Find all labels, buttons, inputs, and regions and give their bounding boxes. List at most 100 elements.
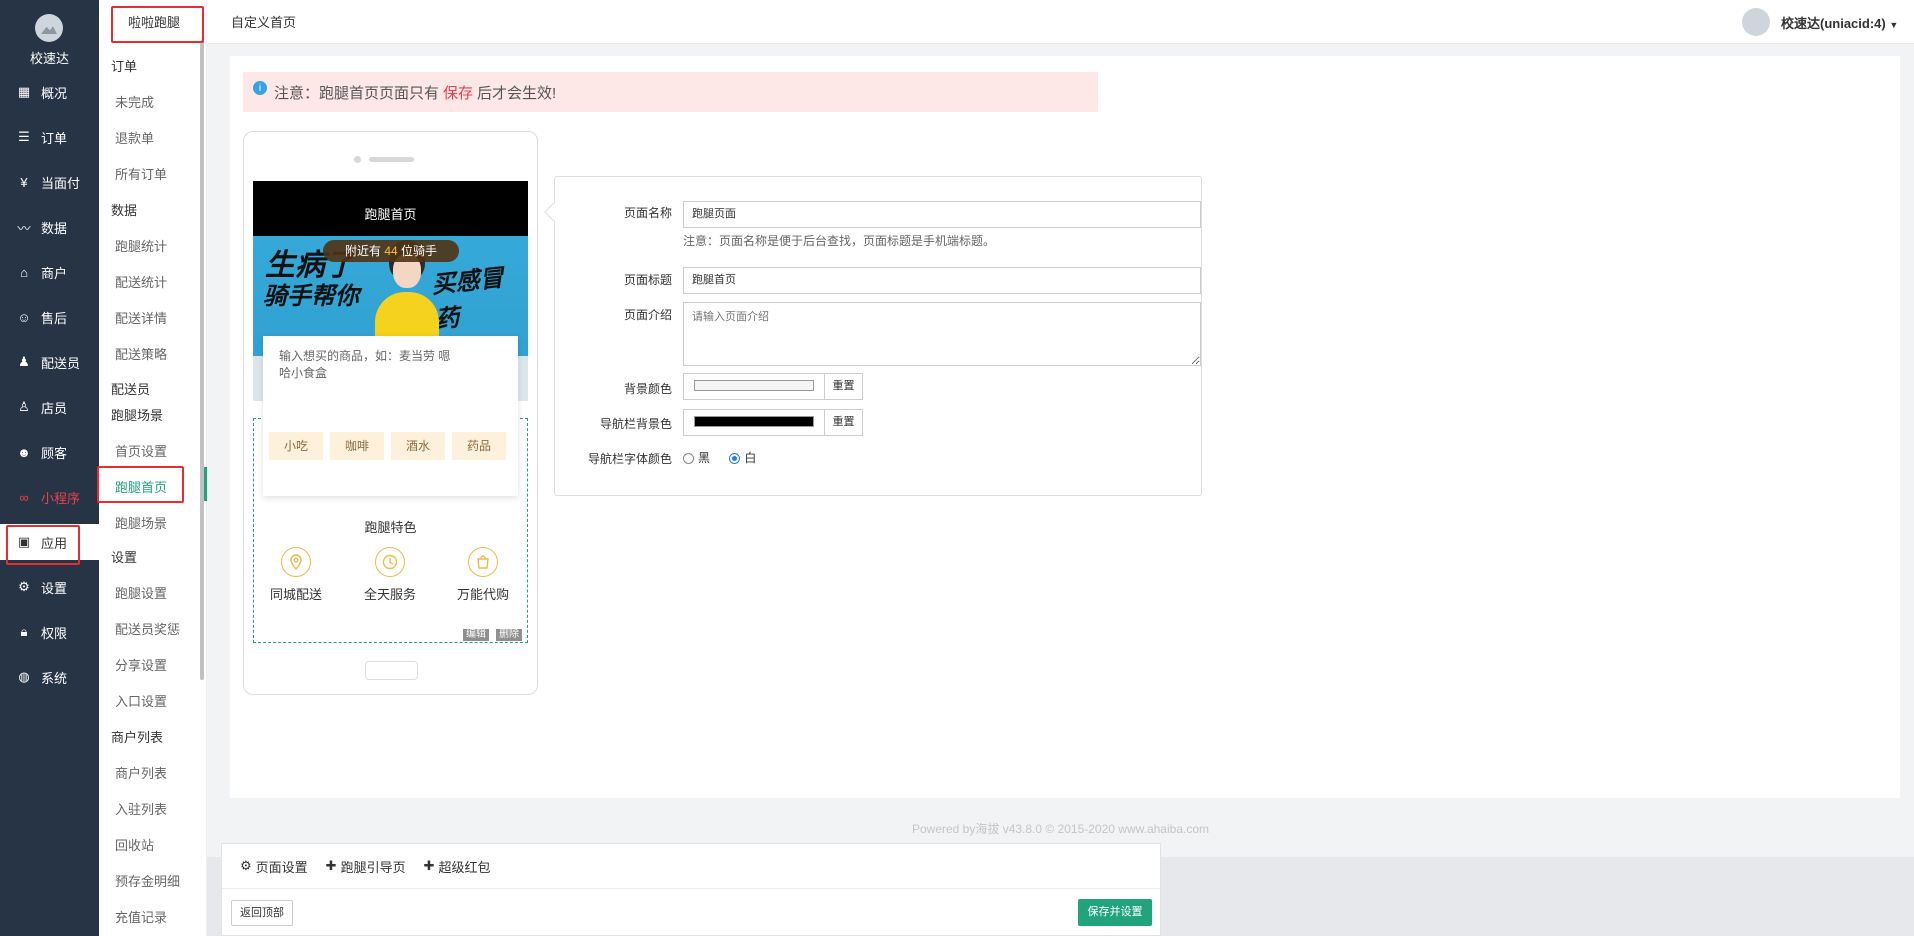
page-name-input[interactable]: 跑腿页面 bbox=[683, 201, 1201, 228]
nav-item-label: 权限 bbox=[41, 625, 68, 641]
banner-text-3: 买感冒药 bbox=[430, 262, 505, 334]
nav-item-label: 顾客 bbox=[41, 445, 68, 461]
nav-item[interactable]: ⚙ 设置 bbox=[0, 569, 99, 605]
subnav-item[interactable]: 分享设置 bbox=[115, 655, 167, 674]
subnav-item[interactable]: 配送详情 bbox=[115, 308, 167, 327]
nav-item[interactable]: ♟ 配送员 bbox=[0, 344, 99, 380]
order-icon: ☰ bbox=[18, 129, 30, 144]
subnav-item[interactable]: 退款单 bbox=[115, 128, 154, 147]
highlight-box-apps bbox=[6, 525, 80, 565]
search-input[interactable]: 输入想买的商品，如：麦当劳 嗯哈小食盒 bbox=[279, 348, 454, 382]
page-intro-label: 页面介绍 bbox=[623, 308, 672, 322]
subnav-item[interactable]: 配送统计 bbox=[115, 272, 167, 291]
feature-item[interactable]: 同城配送 bbox=[256, 547, 336, 603]
nav-item[interactable]: ☰ 订单 bbox=[0, 119, 99, 155]
nav-item-label: 店员 bbox=[41, 400, 68, 416]
user-avatar[interactable] bbox=[1742, 8, 1770, 36]
nav-item[interactable]: ∞ 小程序 bbox=[0, 479, 99, 515]
clock-icon bbox=[375, 547, 405, 577]
nav-item[interactable]: ¥ 当面付 bbox=[0, 164, 99, 200]
subnav-item[interactable]: 配送策略 bbox=[115, 344, 167, 363]
feature-item[interactable]: 全天服务 bbox=[350, 547, 430, 603]
subnav-group-head[interactable]: 设置 bbox=[111, 547, 137, 566]
overview-icon: ▦ bbox=[17, 84, 31, 99]
miniprogram-icon: ∞ bbox=[19, 489, 29, 505]
subnav-item[interactable]: 商户列表 bbox=[115, 763, 167, 782]
radio-button[interactable] bbox=[683, 453, 694, 465]
page-name-label: 页面名称 bbox=[623, 206, 672, 220]
phone-screen: 跑腿首页 生病了 骑手帮你 买感冒药 附近有 44 位骑手 输入想买的商品，如：… bbox=[253, 181, 528, 644]
bg-color-swatch[interactable] bbox=[684, 374, 825, 399]
user-menu[interactable]: 校速达(uniacid:4) ▼ bbox=[1781, 13, 1898, 32]
sub-sidebar-scrollbar[interactable] bbox=[200, 40, 204, 680]
category-tag[interactable]: 小吃 bbox=[269, 432, 323, 460]
active-indicator bbox=[204, 467, 207, 501]
subnav-item[interactable]: 未完成 bbox=[115, 92, 154, 111]
subnav-item[interactable]: 跑腿统计 bbox=[115, 236, 167, 255]
system-icon: ◍ bbox=[18, 669, 30, 684]
bg-color-picker[interactable]: 重置 bbox=[683, 373, 863, 400]
subnav-group-head[interactable]: 商户列表 bbox=[111, 727, 163, 746]
back-to-top-button[interactable]: 返回顶部 bbox=[231, 900, 293, 926]
subnav-item[interactable]: 充值记录 bbox=[115, 907, 167, 926]
save-notice: i 注意：跑腿首页页面只有 保存 后才会生效! bbox=[243, 72, 1098, 112]
service-icon: ☺ bbox=[17, 309, 31, 325]
clerk-icon: ♙ bbox=[18, 399, 30, 414]
radio-white[interactable]: 白 bbox=[729, 451, 756, 465]
tab-add-guide-page[interactable]: ✚ 跑腿引导页 bbox=[326, 857, 406, 876]
nav-bg-color-swatch[interactable] bbox=[684, 410, 825, 435]
tab-page-settings[interactable]: ⚙ 页面设置 bbox=[240, 857, 308, 876]
subnav-group-head[interactable]: 配送员 bbox=[111, 379, 150, 398]
nav-item-label: 系统 bbox=[41, 670, 68, 686]
search-card: 输入想买的商品，如：麦当劳 嗯哈小食盒 小吃 咖啡 酒水 药品 bbox=[263, 336, 518, 496]
nav-item-label: 订单 bbox=[41, 130, 68, 146]
nav-bg-color-picker[interactable]: 重置 bbox=[683, 409, 863, 436]
subnav-item[interactable]: 首页设置 bbox=[115, 441, 167, 460]
notice-prefix: 注意：跑腿首页页面只有 bbox=[274, 84, 440, 102]
nav-item[interactable]: ⌂ 商户 bbox=[0, 254, 99, 290]
subnav-group-head[interactable]: 跑腿场景 bbox=[111, 405, 163, 424]
nav-item[interactable]: 🔒︎ 权限 bbox=[0, 614, 99, 650]
page-intro-textarea[interactable] bbox=[683, 302, 1201, 366]
tab-add-red-packet[interactable]: ✚ 超级红包 bbox=[424, 857, 491, 876]
feature-label: 全天服务 bbox=[363, 587, 416, 602]
customer-icon: ☻ bbox=[17, 444, 31, 460]
bg-color-reset-button[interactable]: 重置 bbox=[825, 374, 862, 399]
nav-item[interactable]: ♙ 店员 bbox=[0, 389, 99, 425]
module-edit-button[interactable]: 编辑 bbox=[463, 629, 489, 641]
subnav-group-head[interactable]: 数据 bbox=[111, 200, 137, 219]
nav-bg-reset-button[interactable]: 重置 bbox=[825, 410, 862, 435]
subnav-item[interactable]: 配送员奖惩 bbox=[115, 619, 180, 638]
yen-icon: ¥ bbox=[20, 174, 28, 190]
category-tag[interactable]: 咖啡 bbox=[330, 432, 384, 460]
subnav-item[interactable]: 所有订单 bbox=[115, 164, 167, 183]
category-tag[interactable]: 药品 bbox=[452, 432, 506, 460]
module-delete-button[interactable]: 删除 bbox=[496, 629, 522, 641]
subnav-group-head[interactable]: 订单 bbox=[111, 56, 137, 75]
subnav-item[interactable]: 跑腿场景 bbox=[115, 513, 167, 532]
subnav-item[interactable]: 入口设置 bbox=[115, 691, 167, 710]
gear-icon: ⚙ bbox=[18, 579, 30, 594]
nav-font-color-label: 导航栏字体颜色 bbox=[587, 452, 672, 466]
nav-item[interactable]: ▦ 概况 bbox=[0, 74, 99, 110]
subnav-item[interactable]: 回收站 bbox=[115, 835, 154, 854]
nav-item[interactable]: 〰数据 bbox=[0, 209, 99, 245]
save-button[interactable]: 保存并设置 bbox=[1078, 899, 1152, 926]
nav-item[interactable]: ☺ 售后 bbox=[0, 299, 99, 335]
nav-bg-label: 导航栏背景色 bbox=[599, 417, 672, 431]
nav-item[interactable]: ☻ 顾客 bbox=[0, 434, 99, 470]
powered-by: Powered by海拔 v43.8.0 © 2015-2020 www.aha… bbox=[911, 822, 1209, 836]
feature-item[interactable]: 万能代购 bbox=[443, 547, 523, 603]
category-tag[interactable]: 酒水 bbox=[391, 432, 445, 460]
courier-icon: ♟ bbox=[18, 354, 30, 369]
subnav-item[interactable]: 预存金明细 bbox=[115, 871, 180, 890]
nav-item[interactable]: ◍ 系统 bbox=[0, 659, 99, 695]
subnav-item[interactable]: 跑腿设置 bbox=[115, 583, 167, 602]
page-title-input[interactable]: 跑腿首页 bbox=[683, 267, 1201, 294]
nav-item-label: 概况 bbox=[41, 85, 68, 101]
plus-icon: ✚ bbox=[423, 858, 435, 873]
radio-button[interactable] bbox=[729, 453, 741, 465]
radio-black[interactable]: 黑 bbox=[683, 451, 710, 465]
subnav-item[interactable]: 入驻列表 bbox=[115, 799, 167, 818]
store-icon: ⌂ bbox=[20, 264, 28, 280]
